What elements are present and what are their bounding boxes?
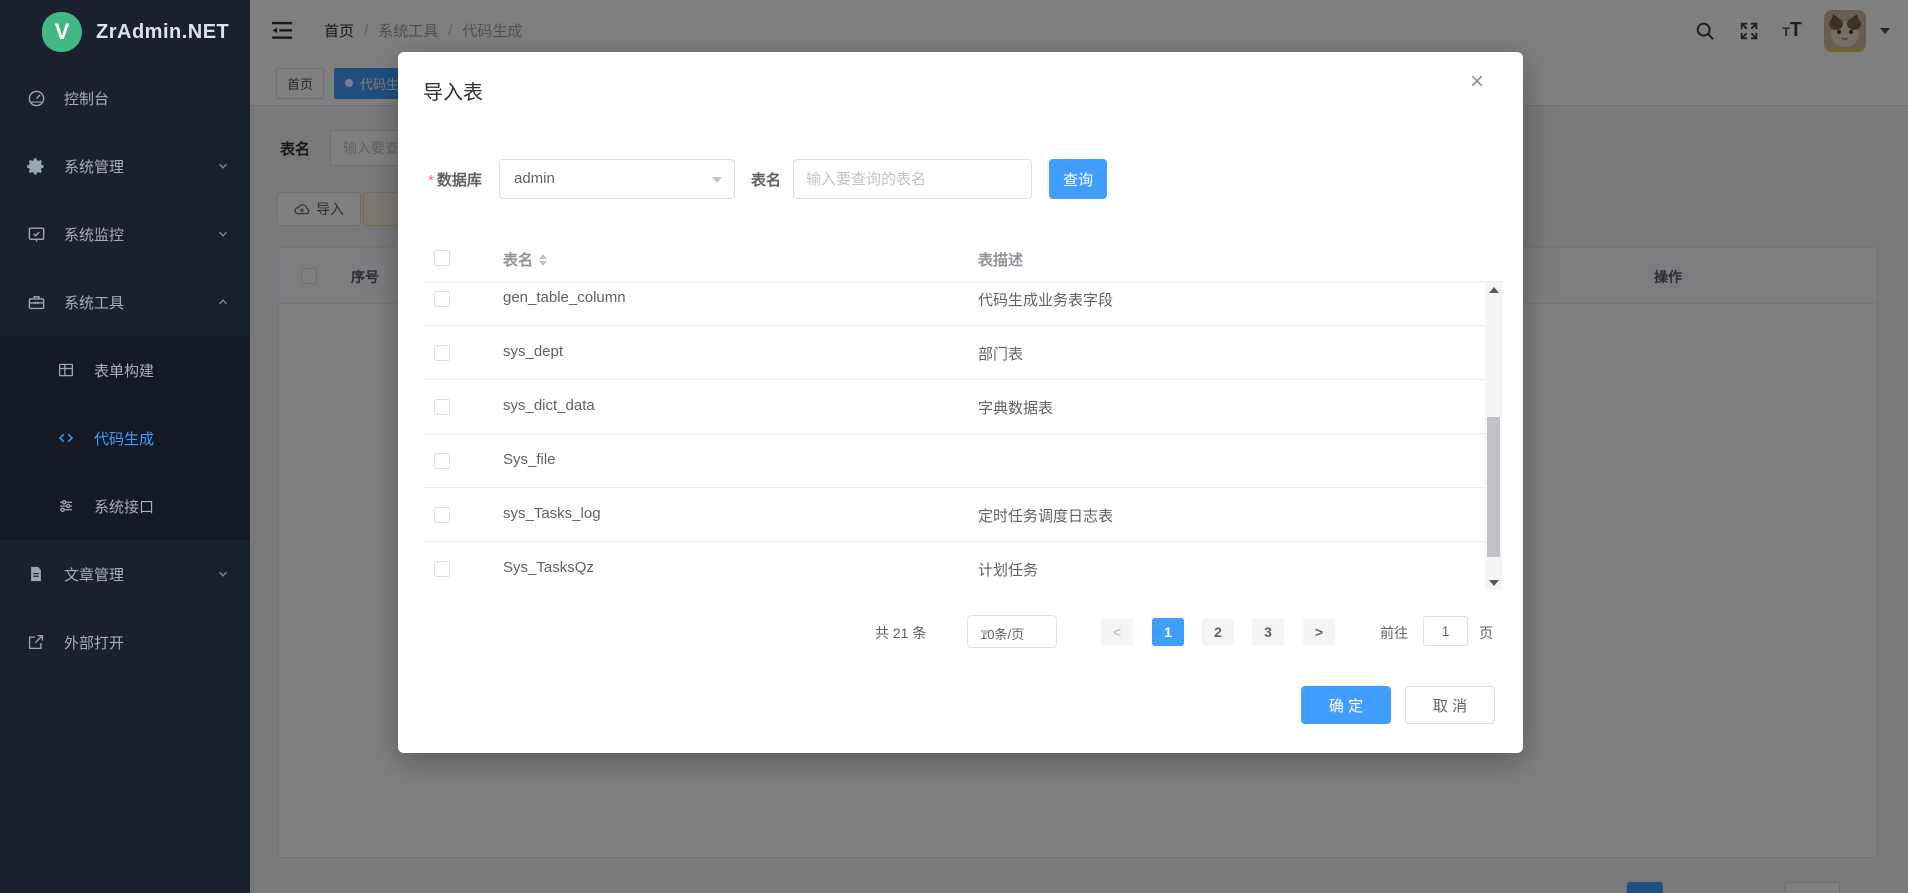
pagination-next-button[interactable]: >: [1303, 618, 1335, 646]
sidebar-item-label: 系统接口: [94, 496, 230, 517]
dialog-select-all-checkbox[interactable]: [434, 250, 450, 266]
monitor-icon: [26, 224, 46, 244]
row-checkbox[interactable]: [434, 453, 450, 469]
code-icon: [56, 428, 76, 448]
app-root: V ZrAdmin.NET 控制台 系统管理 系统监控: [0, 0, 1908, 893]
chevron-down-icon: [216, 227, 230, 241]
sidebar-item-label: 代码生成: [94, 428, 230, 449]
pagination-page-2[interactable]: 2: [1202, 618, 1234, 646]
app-title: ZrAdmin.NET: [96, 21, 229, 44]
cell-table-desc: 部门表: [978, 343, 1023, 364]
cancel-button[interactable]: 取 消: [1405, 686, 1495, 724]
chevron-down-icon: [216, 567, 230, 581]
database-select[interactable]: admin: [499, 159, 735, 199]
cell-table-desc: 定时任务调度日志表: [978, 505, 1113, 526]
chevron-down-icon: [712, 177, 722, 183]
cell-table-name: Sys_file: [503, 451, 556, 468]
sidebar-item-label: 文章管理: [64, 564, 216, 585]
cell-table-name: sys_Tasks_log: [503, 505, 601, 522]
table-grid-icon: [56, 360, 76, 380]
pagination-goto-suffix: 页: [1479, 623, 1493, 643]
table-row[interactable]: gen_table_column 代码生成业务表字段: [423, 282, 1485, 326]
sidebar-item-form-builder[interactable]: 表单构建: [0, 336, 250, 404]
document-icon: [26, 564, 46, 584]
table-row[interactable]: sys_dept 部门表: [423, 326, 1485, 380]
pagination-page-3[interactable]: 3: [1252, 618, 1284, 646]
logo-icon: V: [42, 12, 82, 52]
sidebar-item-dashboard[interactable]: 控制台: [0, 64, 250, 132]
table-row[interactable]: sys_Tasks_log 定时任务调度日志表: [423, 488, 1485, 542]
table-row[interactable]: Sys_file: [423, 434, 1485, 488]
sidebar-item-label: 外部打开: [64, 632, 230, 653]
cell-table-desc: 计划任务: [978, 559, 1038, 580]
column-header-table-name[interactable]: 表名: [503, 249, 547, 270]
sidebar-item-label: 系统监控: [64, 224, 216, 245]
close-icon[interactable]: ×: [1470, 70, 1484, 94]
sidebar-item-system-tools[interactable]: 系统工具: [0, 268, 250, 336]
scrollbar-down-arrow[interactable]: [1485, 575, 1502, 590]
chevron-down-icon: [216, 159, 230, 173]
chevron-down-icon: [980, 630, 990, 636]
row-checkbox[interactable]: [434, 399, 450, 415]
pagination-goto-input[interactable]: [1423, 616, 1468, 646]
dialog-table-header: 表名 表描述: [423, 235, 1502, 282]
cell-table-name: sys_dept: [503, 343, 563, 360]
dialog-query-form: *数据库 admin 表名 查询: [398, 159, 1523, 199]
cell-table-desc: 代码生成业务表字段: [978, 289, 1113, 310]
sliders-icon: [56, 496, 76, 516]
sidebar-item-code-generation[interactable]: 代码生成: [0, 404, 250, 472]
sidebar-item-system-management[interactable]: 系统管理: [0, 132, 250, 200]
pagination-goto-label: 前往: [1380, 623, 1408, 643]
row-checkbox[interactable]: [434, 561, 450, 577]
sidebar-item-label: 系统工具: [64, 292, 216, 313]
dialog-pagination: 共 21 条 10条/页 < 1 2 3 > 前往 页: [398, 615, 1523, 649]
pagination-page-1[interactable]: 1: [1152, 618, 1184, 646]
sidebar: V ZrAdmin.NET 控制台 系统管理 系统监控: [0, 0, 250, 893]
cell-table-name: Sys_TasksQz: [503, 559, 594, 576]
sort-icon[interactable]: [539, 254, 547, 266]
logo[interactable]: V ZrAdmin.NET: [0, 0, 250, 64]
column-header-table-desc: 表描述: [978, 249, 1023, 270]
sidebar-item-label: 表单构建: [94, 360, 230, 381]
sidebar-item-system-api[interactable]: 系统接口: [0, 472, 250, 540]
dialog-title: 导入表: [423, 76, 483, 105]
import-table-dialog: 导入表 × *数据库 admin 表名 查询 表名 表描述 g: [398, 52, 1523, 753]
table-row[interactable]: Sys_TasksQz 计划任务: [423, 542, 1485, 590]
confirm-button[interactable]: 确 定: [1301, 686, 1391, 724]
dashboard-icon: [26, 88, 46, 108]
dialog-table-body: gen_table_column 代码生成业务表字段 sys_dept 部门表 …: [423, 282, 1485, 590]
row-checkbox[interactable]: [434, 291, 450, 307]
sidebar-item-label: 控制台: [64, 88, 230, 109]
sidebar-item-label: 系统管理: [64, 156, 216, 177]
pagination-prev-button[interactable]: <: [1101, 618, 1133, 646]
required-asterisk: *: [428, 172, 434, 189]
sidebar-item-article-management[interactable]: 文章管理: [0, 540, 250, 608]
search-button[interactable]: 查询: [1049, 159, 1107, 199]
page-size-select[interactable]: 10条/页: [967, 615, 1057, 648]
sidebar-item-external-open[interactable]: 外部打开: [0, 608, 250, 676]
sidebar-item-system-monitor[interactable]: 系统监控: [0, 200, 250, 268]
cell-table-name: sys_dict_data: [503, 397, 595, 414]
scrollbar-thumb[interactable]: [1487, 417, 1500, 557]
scrollbar-up-arrow[interactable]: [1485, 282, 1502, 297]
dialog-table-name-label: 表名: [751, 169, 781, 190]
database-select-value: admin: [514, 170, 555, 187]
table-scrollbar[interactable]: [1485, 282, 1502, 590]
table-row[interactable]: sys_dict_data 字典数据表: [423, 380, 1485, 434]
sidebar-submenu-system-tools: 表单构建 代码生成 系统接口: [0, 336, 250, 540]
cell-table-desc: 字典数据表: [978, 397, 1053, 418]
external-link-icon: [26, 632, 46, 652]
gear-icon: [26, 156, 46, 176]
cell-table-name: gen_table_column: [503, 289, 626, 306]
chevron-up-icon: [216, 295, 230, 309]
row-checkbox[interactable]: [434, 345, 450, 361]
database-label: *数据库: [428, 169, 482, 190]
row-checkbox[interactable]: [434, 507, 450, 523]
toolbox-icon: [26, 292, 46, 312]
pagination-total: 共 21 条: [875, 623, 926, 643]
dialog-table-name-input[interactable]: [793, 159, 1032, 199]
